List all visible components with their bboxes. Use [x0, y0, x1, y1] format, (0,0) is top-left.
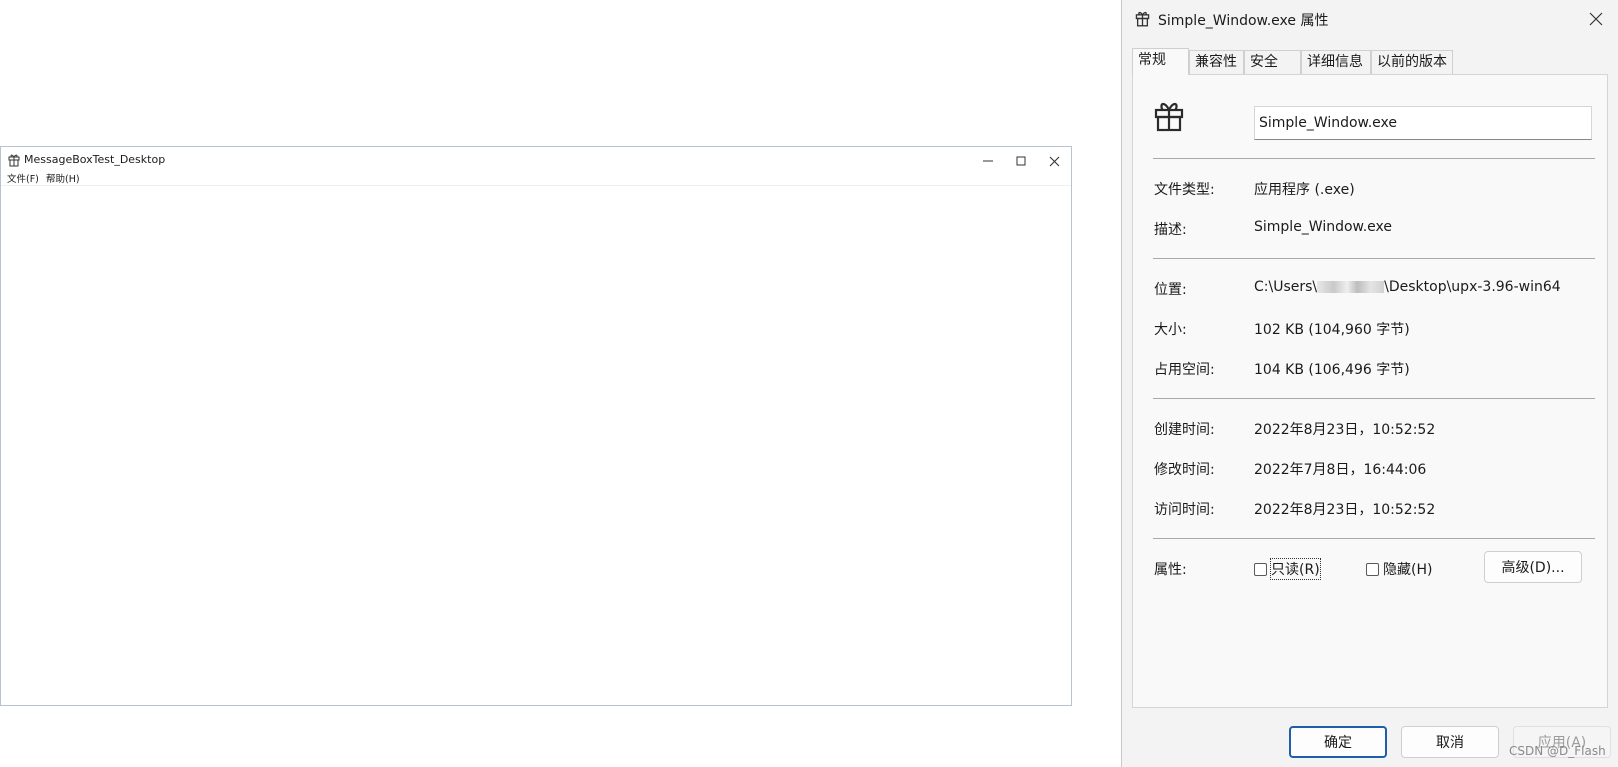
location-value: C:\Users\ \Desktop\upx-3.96-win64 — [1254, 279, 1561, 295]
file-type-value: 应用程序 (.exe) — [1254, 182, 1355, 198]
redacted-username — [1317, 281, 1385, 293]
accessed-label: 访问时间: — [1154, 502, 1215, 518]
dialog-title: Simple_Window.exe 属性 — [1158, 13, 1329, 29]
ok-button[interactable]: 确定 — [1289, 726, 1387, 758]
file-name-input[interactable] — [1254, 106, 1592, 140]
app-window-title: MessageBoxTest_Desktop — [24, 153, 166, 166]
checkbox-box[interactable] — [1366, 562, 1379, 576]
menu-help[interactable]: 帮助(H) — [46, 171, 80, 185]
menu-bar: 文件(F) 帮助(H) — [1, 169, 1071, 186]
watermark: CSDN @D_Flash — [1509, 744, 1606, 758]
gift-icon — [1154, 102, 1184, 132]
gift-icon — [8, 154, 20, 167]
dialog-titlebar[interactable]: Simple_Window.exe 属性 — [1122, 0, 1618, 36]
menu-file[interactable]: 文件(F) — [7, 171, 39, 185]
modified-value: 2022年7月8日，16:44:06 — [1254, 462, 1427, 478]
readonly-label: 只读(R) — [1270, 558, 1321, 580]
cancel-button[interactable]: 取消 — [1401, 726, 1499, 758]
size-label: 大小: — [1154, 322, 1187, 338]
attributes-label: 属性: — [1154, 562, 1187, 578]
general-panel: 文件类型: 应用程序 (.exe) 描述: Simple_Window.exe … — [1132, 74, 1608, 708]
separator — [1153, 538, 1595, 539]
advanced-button[interactable]: 高级(D)... — [1484, 551, 1582, 583]
size-value: 102 KB (104,960 字节) — [1254, 322, 1410, 338]
description-value: Simple_Window.exe — [1254, 219, 1393, 235]
properties-dialog: Simple_Window.exe 属性 常规 兼容性 安全 详细信息 以前的版… — [1121, 0, 1618, 767]
separator — [1153, 158, 1595, 159]
created-value: 2022年8月23日，10:52:52 — [1254, 422, 1436, 438]
tab-compatibility[interactable]: 兼容性 — [1189, 50, 1244, 74]
tab-previous-versions[interactable]: 以前的版本 — [1371, 50, 1453, 74]
app-window: MessageBoxTest_Desktop 文件(F) 帮助(H) — [0, 146, 1072, 706]
hidden-checkbox[interactable]: 隐藏(H) — [1366, 559, 1432, 579]
separator — [1153, 258, 1595, 259]
tab-security[interactable]: 安全 — [1244, 50, 1301, 74]
created-label: 创建时间: — [1154, 422, 1215, 438]
gift-icon — [1135, 11, 1150, 27]
accessed-value: 2022年8月23日，10:52:52 — [1254, 502, 1436, 518]
location-prefix: C:\Users\ — [1254, 279, 1318, 295]
maximize-icon — [1016, 156, 1026, 166]
location-label: 位置: — [1154, 282, 1187, 298]
size-on-disk-value: 104 KB (106,496 字节) — [1254, 362, 1410, 378]
tab-general[interactable]: 常规 — [1132, 48, 1189, 75]
hidden-label: 隐藏(H) — [1383, 562, 1433, 578]
file-type-label: 文件类型: — [1154, 182, 1215, 198]
modified-label: 修改时间: — [1154, 462, 1215, 478]
size-on-disk-label: 占用空间: — [1154, 362, 1215, 378]
close-icon — [1589, 12, 1603, 26]
separator — [1153, 398, 1595, 399]
tab-details[interactable]: 详细信息 — [1301, 50, 1371, 74]
description-label: 描述: — [1154, 222, 1187, 238]
dialog-close-button[interactable] — [1585, 8, 1607, 30]
readonly-checkbox[interactable]: 只读(R) — [1254, 558, 1321, 580]
minimize-icon — [983, 160, 993, 162]
close-icon — [1049, 156, 1059, 166]
checkbox-box[interactable] — [1254, 562, 1267, 576]
location-suffix: \Desktop\upx-3.96-win64 — [1384, 279, 1561, 295]
